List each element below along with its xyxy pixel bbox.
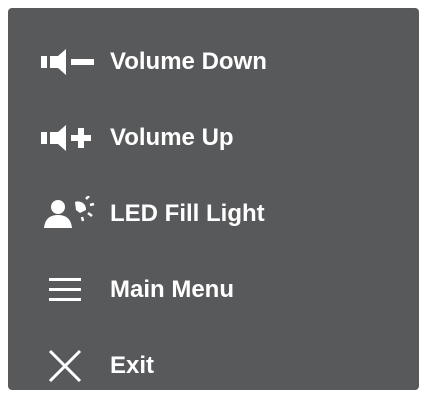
menu-item-label: Main Menu (110, 276, 234, 303)
menu-item-volume-up[interactable]: Volume Up (8, 100, 419, 176)
menu-item-label: Volume Up (110, 124, 234, 151)
menu-item-label: Volume Down (110, 48, 267, 75)
volume-up-icon (38, 118, 98, 158)
volume-down-icon (38, 42, 98, 82)
menu-item-main-menu[interactable]: Main Menu (8, 252, 419, 328)
menu-item-volume-down[interactable]: Volume Down (8, 24, 419, 100)
menu-item-exit[interactable]: Exit (8, 328, 419, 404)
led-fill-light-icon (38, 194, 98, 234)
osd-quick-menu: Volume Down Volume Up LED Fill Light Mai… (8, 8, 419, 390)
menu-item-led-fill-light[interactable]: LED Fill Light (8, 176, 419, 252)
menu-item-label: LED Fill Light (110, 200, 265, 227)
hamburger-menu-icon (38, 270, 98, 310)
close-icon (38, 346, 98, 386)
menu-item-label: Exit (110, 352, 155, 379)
